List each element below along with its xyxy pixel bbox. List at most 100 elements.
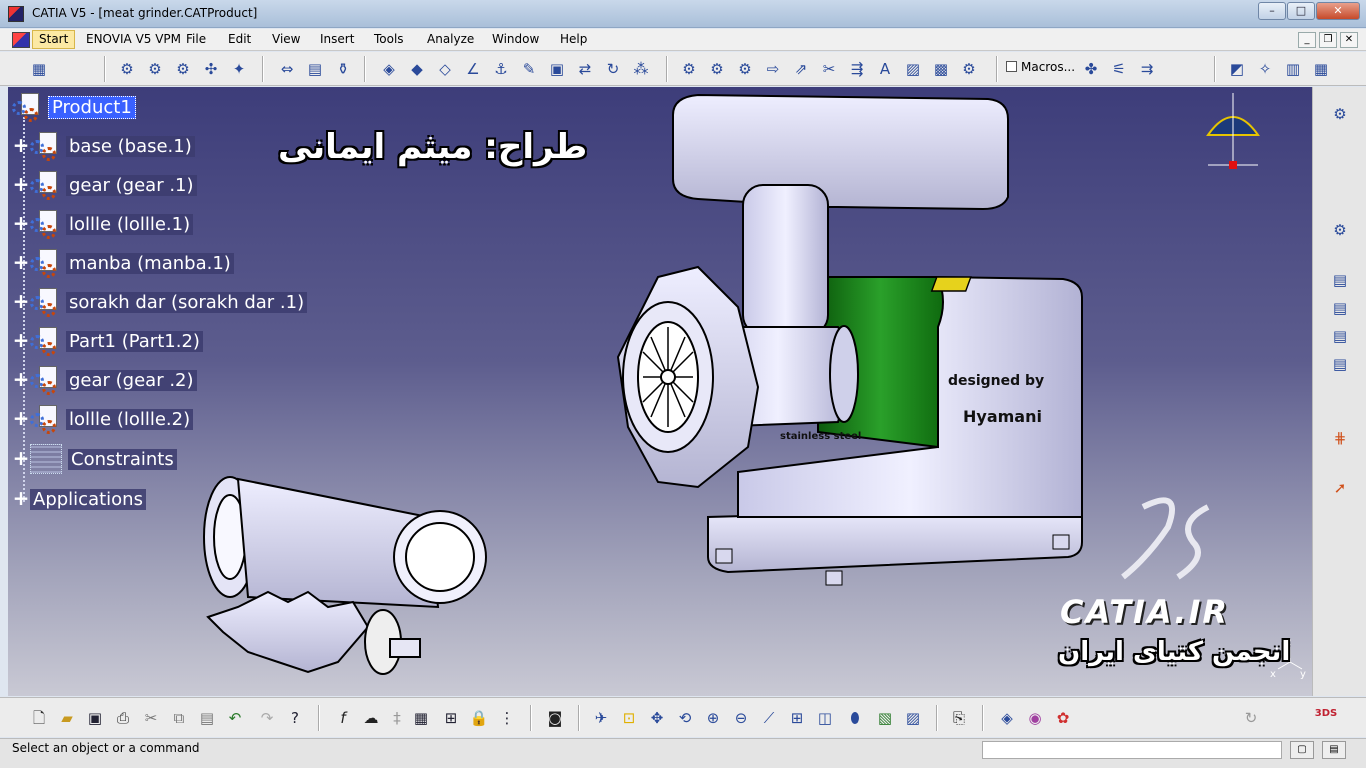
menu-window[interactable]: Window bbox=[492, 32, 539, 46]
product-structure-icon[interactable]: ▦ bbox=[28, 58, 50, 80]
refresh-icon[interactable]: ↻ bbox=[1240, 707, 1262, 729]
shading-icon[interactable]: ⬮ bbox=[844, 707, 866, 729]
lighting-icon[interactable]: ✧ bbox=[1254, 58, 1276, 80]
doc-close-button[interactable]: ✕ bbox=[1340, 32, 1358, 48]
close-button[interactable]: ✕ bbox=[1316, 2, 1360, 20]
paste-icon[interactable]: ▤ bbox=[196, 707, 218, 729]
layer-4-icon[interactable]: ▤ bbox=[1329, 353, 1351, 375]
zoom-out-icon[interactable]: ⊖ bbox=[730, 707, 752, 729]
hide-show-icon[interactable]: ▧ bbox=[874, 707, 896, 729]
rotate-icon[interactable]: ⟲ bbox=[674, 707, 696, 729]
coincidence-icon[interactable]: ◈ bbox=[378, 58, 400, 80]
clash-icon[interactable]: ▩ bbox=[930, 58, 952, 80]
scenes-icon[interactable]: ⚙ bbox=[734, 58, 756, 80]
apply-material-icon[interactable]: ◈ bbox=[996, 707, 1018, 729]
smart-move-icon[interactable]: ⇶ bbox=[846, 58, 868, 80]
material-icon[interactable]: ▥ bbox=[1282, 58, 1304, 80]
document-icon[interactable] bbox=[12, 32, 30, 48]
gears-icon[interactable]: ⚙ bbox=[1329, 103, 1351, 125]
grid-icon[interactable]: ⋕ bbox=[1329, 427, 1351, 449]
analysis-icon[interactable]: ▤ bbox=[304, 58, 326, 80]
capture-icon[interactable]: ◙ bbox=[544, 707, 566, 729]
status-button-2[interactable]: ▤ bbox=[1322, 741, 1346, 759]
bill-of-material-icon[interactable]: ⚙ bbox=[706, 58, 728, 80]
new-product-icon[interactable]: ⚙ bbox=[144, 58, 166, 80]
zoom-in-icon[interactable]: ⊕ bbox=[702, 707, 724, 729]
contact-icon[interactable]: ◆ bbox=[406, 58, 428, 80]
compass-icon[interactable] bbox=[1206, 93, 1260, 169]
generate-numbering-icon[interactable]: ⚙ bbox=[678, 58, 700, 80]
mass-icon[interactable]: ⚱ bbox=[332, 58, 354, 80]
table-icon[interactable]: ▦ bbox=[410, 707, 432, 729]
select-arrow-icon[interactable]: ➚ bbox=[1329, 477, 1351, 499]
redo-icon[interactable]: ↷ bbox=[256, 707, 278, 729]
menu-help[interactable]: Help bbox=[560, 32, 587, 46]
copy-icon[interactable]: ⧉ bbox=[168, 707, 190, 729]
knowledge-icon[interactable]: ⚟ bbox=[1108, 58, 1130, 80]
new-file-icon[interactable]: 🗋 bbox=[28, 707, 50, 729]
lock-icon[interactable]: 🔒 bbox=[468, 707, 490, 729]
comment-icon[interactable]: ☁ bbox=[360, 707, 382, 729]
open-icon[interactable]: ▰ bbox=[56, 707, 78, 729]
menu-tools[interactable]: Tools bbox=[374, 32, 404, 46]
swap-visible-icon[interactable]: ▨ bbox=[902, 707, 924, 729]
view-mode-icon[interactable]: ◩ bbox=[1226, 58, 1248, 80]
workbench-icon[interactable]: ✤ bbox=[1080, 58, 1102, 80]
render-icon[interactable]: ▦ bbox=[1310, 58, 1332, 80]
flexible-rigid-icon[interactable]: ⇄ bbox=[574, 58, 596, 80]
fit-all-icon[interactable]: ⊡ bbox=[618, 707, 640, 729]
existing-component-icon[interactable]: ✣ bbox=[200, 58, 222, 80]
menu-start[interactable]: Start bbox=[32, 30, 76, 49]
fix-icon[interactable]: ⚓ bbox=[490, 58, 512, 80]
measure-icon[interactable]: ⇔ bbox=[276, 58, 298, 80]
distance-icon[interactable]: ⚙ bbox=[958, 58, 980, 80]
save-icon[interactable]: ▣ bbox=[84, 707, 106, 729]
3d-viewport[interactable]: Product1 + base (base.1) + gear (gear .1… bbox=[8, 87, 1312, 696]
reuse-pattern-icon[interactable]: ⁂ bbox=[630, 58, 652, 80]
layer-3-icon[interactable]: ▤ bbox=[1329, 325, 1351, 347]
print-icon[interactable]: ⎙ bbox=[112, 707, 134, 729]
hierarchy-icon[interactable]: ⊞ bbox=[440, 707, 462, 729]
sectioning-icon[interactable]: ▨ bbox=[902, 58, 924, 80]
menu-view[interactable]: View bbox=[272, 32, 300, 46]
minimize-button[interactable]: – bbox=[1258, 2, 1286, 20]
normal-view-icon[interactable]: ⟋ bbox=[758, 707, 780, 729]
status-button[interactable]: ▢ bbox=[1290, 741, 1314, 759]
annotation-icon[interactable]: A bbox=[874, 58, 896, 80]
normal-print-icon[interactable]: ⎘ bbox=[948, 707, 970, 729]
menu-file[interactable]: File bbox=[186, 32, 206, 46]
iso-view-icon[interactable]: ◫ bbox=[814, 707, 836, 729]
fix-together-icon[interactable]: ✎ bbox=[518, 58, 540, 80]
fly-icon[interactable]: ✈ bbox=[590, 707, 612, 729]
parameter-icon[interactable]: ⋮ bbox=[496, 707, 518, 729]
macros-button[interactable]: Macros... bbox=[1006, 60, 1075, 74]
manipulation-icon[interactable]: ⇗ bbox=[790, 58, 812, 80]
formula-icon[interactable]: f bbox=[332, 707, 354, 729]
pan-icon[interactable]: ✥ bbox=[646, 707, 668, 729]
replace-component-icon[interactable]: ✦ bbox=[228, 58, 250, 80]
menu-enovia[interactable]: ENOVIA V5 VPM bbox=[86, 32, 181, 46]
update-icon[interactable]: ↻ bbox=[602, 58, 624, 80]
menu-insert[interactable]: Insert bbox=[320, 32, 354, 46]
command-input[interactable] bbox=[982, 741, 1282, 759]
layer-2-icon[interactable]: ▤ bbox=[1329, 297, 1351, 319]
angle-icon[interactable]: ∠ bbox=[462, 58, 484, 80]
whats-this-icon[interactable]: ? bbox=[284, 707, 306, 729]
quick-constraint-icon[interactable]: ▣ bbox=[546, 58, 568, 80]
new-component-icon[interactable]: ⚙ bbox=[116, 58, 138, 80]
snap-icon[interactable]: ✂ bbox=[818, 58, 840, 80]
tools-palette-icon[interactable]: ⚙ bbox=[1329, 219, 1351, 241]
maximize-button[interactable]: □ bbox=[1287, 2, 1315, 20]
offset-icon[interactable]: ◇ bbox=[434, 58, 456, 80]
catalog-icon[interactable]: ⇉ bbox=[1136, 58, 1158, 80]
rendering-icon[interactable]: ✿ bbox=[1052, 707, 1074, 729]
menu-edit[interactable]: Edit bbox=[228, 32, 251, 46]
layer-icon[interactable]: ▤ bbox=[1329, 269, 1351, 291]
doc-minimize-button[interactable]: _ bbox=[1298, 32, 1316, 48]
multi-view-icon[interactable]: ⊞ bbox=[786, 707, 808, 729]
cut-icon[interactable]: ✂ bbox=[140, 707, 162, 729]
menu-analyze[interactable]: Analyze bbox=[427, 32, 474, 46]
undo-icon[interactable]: ↶ bbox=[224, 707, 246, 729]
doc-restore-button[interactable]: ❐ bbox=[1319, 32, 1337, 48]
scene-icon[interactable]: ◉ bbox=[1024, 707, 1046, 729]
